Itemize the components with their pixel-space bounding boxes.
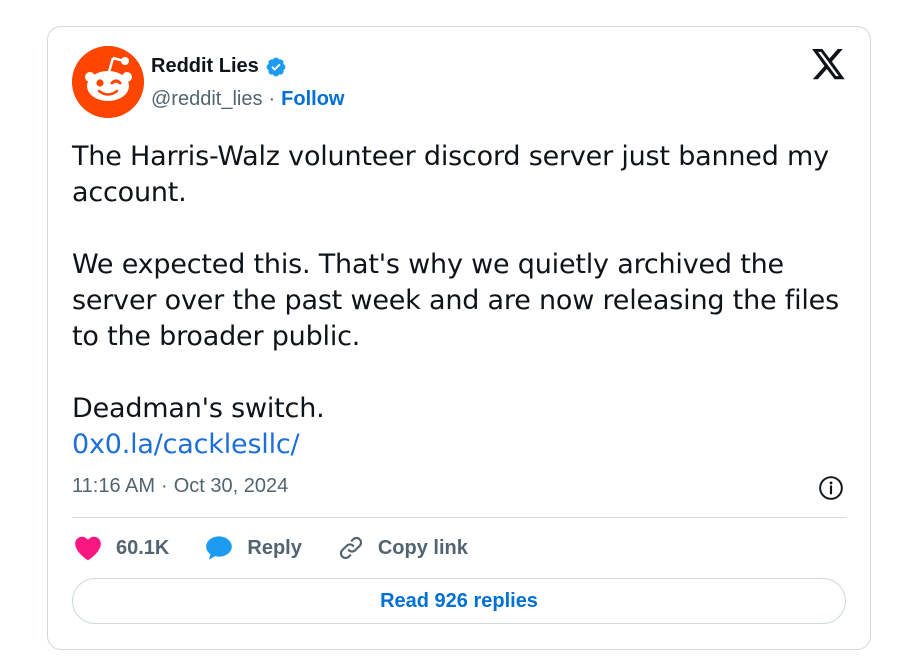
info-icon[interactable] [818, 475, 844, 501]
tweet-paragraph: The Harris-Walz volunteer discord server… [72, 141, 829, 208]
author-name[interactable]: Reddit Lies [151, 55, 259, 78]
timestamp-separator: · [161, 475, 168, 497]
speech-bubble-icon [206, 536, 233, 560]
tweet-paragraph: Deadman's switch. [72, 393, 325, 424]
author-handle[interactable]: @reddit_lies [151, 88, 262, 111]
avatar[interactable] [72, 46, 144, 118]
follow-button[interactable]: Follow [281, 88, 344, 111]
copy-link-button[interactable]: Copy link [338, 535, 468, 561]
like-count: 60.1K [116, 536, 170, 559]
tweet-link[interactable]: 0x0.la/cacklesllc/ [72, 429, 300, 460]
reply-button[interactable]: Reply [205, 535, 302, 561]
tweet-text: The Harris-Walz volunteer discord server… [72, 139, 842, 463]
author-handle-row: @reddit_lies · Follow [151, 88, 344, 111]
read-replies-label: Read 926 replies [380, 589, 538, 612]
tweet-timestamp[interactable]: 11:16 AM · Oct 30, 2024 [72, 475, 288, 498]
link-icon [339, 536, 362, 560]
tweet-card: Reddit Lies @reddit_lies · Follow The Ha… [47, 26, 871, 650]
reddit-snoo-icon [72, 46, 144, 118]
tweet-date: Oct 30, 2024 [173, 475, 289, 497]
like-button[interactable]: 60.1K [74, 535, 169, 561]
author-name-row: Reddit Lies [151, 55, 287, 78]
x-logo-icon[interactable] [812, 49, 846, 80]
divider [72, 517, 846, 518]
reply-label: Reply [247, 536, 302, 559]
copy-link-label: Copy link [377, 536, 468, 559]
verified-badge-icon [266, 57, 286, 76]
heart-icon [75, 536, 101, 561]
read-replies-button[interactable]: Read 926 replies [72, 578, 846, 624]
tweet-time: 11:16 AM [72, 475, 156, 497]
action-bar: 60.1K Reply Copy link [74, 533, 504, 563]
handle-separator: · [268, 88, 276, 110]
tweet-paragraph: We expected this. That's why we quietly … [72, 249, 839, 352]
